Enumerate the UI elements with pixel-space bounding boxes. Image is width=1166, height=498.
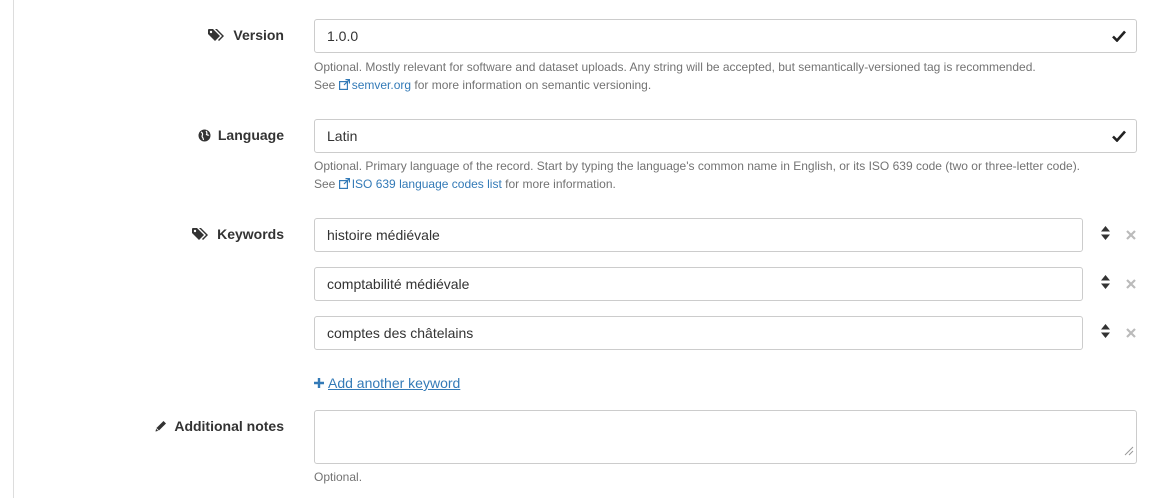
keyword-input[interactable]: histoire médiévale (314, 218, 1083, 252)
semver-link[interactable]: semver.org (338, 77, 412, 95)
version-value: 1.0.0 (327, 28, 359, 44)
iso639-link[interactable]: ISO 639 language codes list (338, 176, 502, 194)
language-help: Optional. Primary language of the record… (314, 157, 1080, 194)
see-text: See (314, 177, 336, 191)
remove-icon[interactable] (1126, 227, 1136, 245)
version-help-text: Optional. Mostly relevant for software a… (314, 60, 1036, 74)
keyword-input[interactable]: comptes des châtelains (314, 316, 1083, 350)
remove-icon[interactable] (1126, 325, 1136, 343)
external-link-icon (338, 77, 350, 95)
sort-icon[interactable] (1101, 226, 1110, 245)
language-input[interactable]: Latin (314, 119, 1137, 153)
plus-icon (314, 375, 324, 391)
tags-icon (208, 28, 226, 42)
language-label-group: Language (198, 127, 284, 143)
version-help: Optional. Mostly relevant for software a… (314, 58, 1036, 95)
language-label: Language (217, 127, 284, 143)
version-help-rest: for more information on semantic version… (414, 78, 652, 92)
notes-label: Additional notes (174, 418, 284, 434)
language-value: Latin (327, 128, 358, 144)
resize-handle-icon[interactable] (1124, 443, 1134, 461)
keyword-value: comptabilité médiévale (327, 276, 470, 292)
see-text: See (314, 78, 336, 92)
remove-icon[interactable] (1126, 276, 1136, 294)
keywords-label-group: Keywords (192, 226, 284, 242)
keywords-label: Keywords (217, 226, 284, 242)
keyword-input[interactable]: comptabilité médiévale (314, 267, 1083, 301)
version-input[interactable]: 1.0.0 (314, 19, 1137, 53)
version-label: Version (233, 27, 284, 43)
keyword-value: comptes des châtelains (327, 325, 474, 341)
notes-label-group: Additional notes (155, 418, 284, 434)
sort-icon[interactable] (1101, 324, 1110, 343)
version-help-see: See semver.org for more information on s… (314, 76, 1036, 95)
keyword-value: histoire médiévale (327, 227, 440, 243)
pencil-icon (155, 420, 167, 432)
add-keyword-button[interactable]: Add another keyword (314, 375, 460, 391)
add-keyword-label: Add another keyword (328, 375, 461, 391)
external-link-icon (338, 176, 350, 194)
language-help-text: Optional. Primary language of the record… (314, 159, 1081, 173)
semver-link-text: semver.org (351, 78, 412, 92)
tags-icon (192, 227, 210, 241)
language-help-rest: for more information. (505, 177, 616, 191)
checkmark-icon (1112, 129, 1126, 145)
version-label-group: Version (208, 27, 284, 43)
globe-icon (198, 129, 211, 142)
notes-textarea[interactable] (314, 410, 1137, 464)
iso639-link-text: ISO 639 language codes list (351, 177, 502, 191)
notes-help: Optional. (314, 470, 363, 484)
sort-icon[interactable] (1101, 275, 1110, 294)
checkmark-icon (1112, 29, 1126, 45)
language-help-see: See ISO 639 language codes list for more… (314, 175, 1080, 194)
